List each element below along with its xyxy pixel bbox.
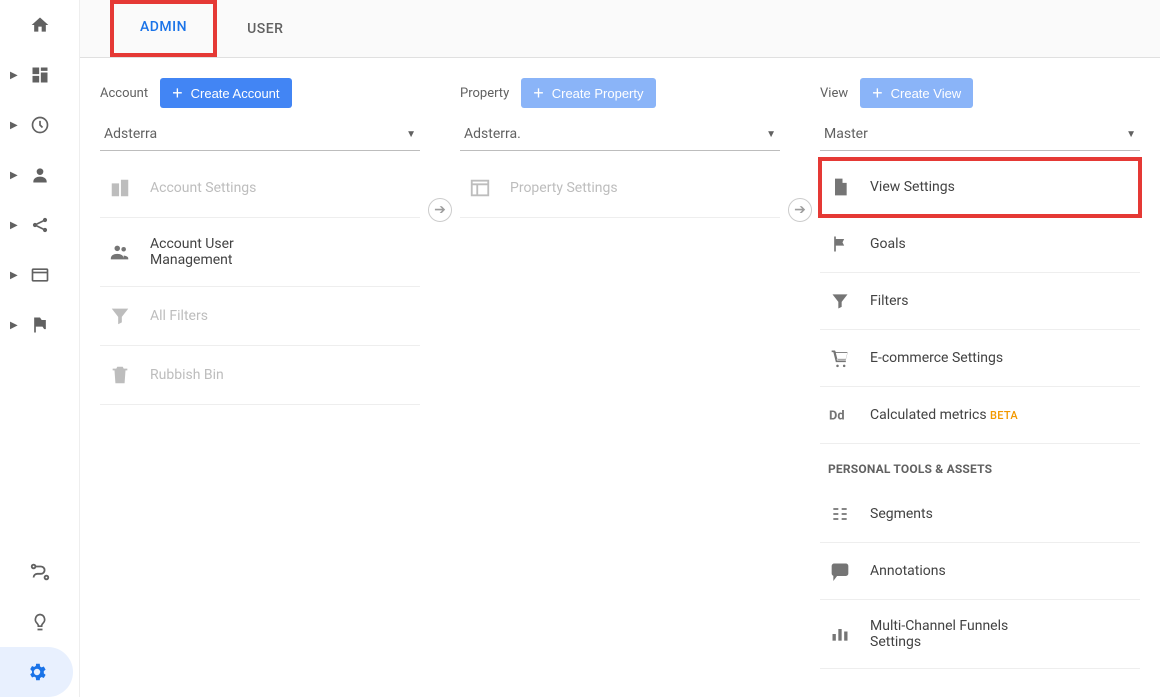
admin-tabs: ADMIN USER (80, 0, 1160, 58)
plus-icon: + (533, 84, 544, 102)
segments[interactable]: Segments (820, 486, 1140, 543)
view-settings[interactable]: View Settings (820, 159, 1140, 216)
path-icon (29, 561, 51, 583)
goals[interactable]: Goals (820, 216, 1140, 273)
tab-user[interactable]: USER (217, 0, 313, 57)
personal-tools-header: PERSONAL TOOLS & ASSETS (820, 444, 1140, 486)
layout-icon (468, 177, 492, 199)
view-selector[interactable]: Master ▼ (820, 118, 1140, 151)
person-icon (30, 165, 50, 185)
property-label: Property (460, 86, 509, 101)
chevron-right-icon: ▶ (10, 220, 18, 231)
account-column: Account + Create Account Adsterra ▼ Acco… (80, 78, 440, 669)
property-selector[interactable]: Adsterra. ▼ (460, 118, 780, 151)
property-settings[interactable]: Property Settings (460, 159, 780, 218)
multi-channel-funnels-settings[interactable]: Multi-Channel Funnels Settings (820, 600, 1140, 669)
create-view-button[interactable]: + Create View (860, 78, 973, 108)
funnel-icon (828, 291, 852, 311)
rubbish-bin[interactable]: Rubbish Bin (100, 346, 420, 405)
trash-icon (108, 364, 132, 386)
gear-icon (26, 661, 48, 683)
create-account-button[interactable]: + Create Account (160, 78, 291, 108)
home-icon (30, 15, 50, 35)
filters[interactable]: Filters (820, 273, 1140, 330)
nav-attribution[interactable] (0, 547, 79, 597)
funnel-icon (108, 305, 132, 327)
cart-icon (828, 348, 852, 368)
beta-badge: BETA (990, 409, 1018, 422)
dashboard-icon (30, 65, 50, 85)
left-sidebar: ▶ ▶ ▶ ▶ ▶ ▶ (0, 0, 80, 697)
ecommerce-settings[interactable]: E-commerce Settings (820, 330, 1140, 387)
account-settings[interactable]: Account Settings (100, 159, 420, 218)
browser-icon (30, 265, 50, 285)
caret-down-icon: ▼ (1126, 129, 1136, 140)
chevron-right-icon: ▶ (10, 270, 18, 281)
chat-icon (828, 561, 852, 581)
create-property-button[interactable]: + Create Property (521, 78, 655, 108)
nav-admin[interactable] (0, 647, 73, 697)
plus-icon: + (172, 84, 183, 102)
segments-icon (828, 504, 852, 524)
share-icon (30, 215, 50, 235)
nav-acquisition[interactable]: ▶ (0, 200, 79, 250)
chevron-right-icon: ▶ (10, 120, 18, 131)
nav-home[interactable] (0, 0, 79, 50)
nav-conversions[interactable]: ▶ (0, 300, 79, 350)
column-arrow-icon[interactable]: ➔ (428, 198, 452, 222)
caret-down-icon: ▼ (406, 129, 416, 140)
calculated-metrics[interactable]: Dd Calculated metrics BETA (820, 387, 1140, 444)
people-icon (108, 241, 132, 263)
account-user-management[interactable]: Account User Management (100, 218, 420, 287)
building-icon (108, 177, 132, 199)
flag-icon (30, 315, 50, 335)
chevron-right-icon: ▶ (10, 170, 18, 181)
view-column: ➔ View + Create View Master ▼ View Setti… (800, 78, 1160, 669)
clock-icon (30, 115, 50, 135)
svg-text:Dd: Dd (829, 409, 845, 424)
all-filters[interactable]: All Filters (100, 287, 420, 346)
nav-behavior[interactable]: ▶ (0, 250, 79, 300)
view-label: View (820, 86, 848, 101)
nav-audience[interactable]: ▶ (0, 150, 79, 200)
tab-admin[interactable]: ADMIN (110, 0, 217, 57)
dd-icon: Dd (828, 405, 852, 425)
caret-down-icon: ▼ (766, 129, 776, 140)
account-label: Account (100, 86, 148, 101)
bars-icon (828, 624, 852, 644)
file-icon (828, 177, 852, 197)
chevron-right-icon: ▶ (10, 320, 18, 331)
chevron-right-icon: ▶ (10, 70, 18, 81)
main-content: ADMIN USER Account + Create Account Adst… (80, 0, 1160, 697)
column-arrow-icon[interactable]: ➔ (788, 198, 812, 222)
annotations[interactable]: Annotations (820, 543, 1140, 600)
property-column: ➔ Property + Create Property Adsterra. ▼… (440, 78, 800, 669)
account-selector[interactable]: Adsterra ▼ (100, 118, 420, 151)
lightbulb-icon (30, 612, 50, 632)
nav-customization[interactable]: ▶ (0, 50, 79, 100)
nav-discover[interactable] (0, 597, 79, 647)
flag-icon (828, 234, 852, 254)
plus-icon: + (872, 84, 883, 102)
nav-realtime[interactable]: ▶ (0, 100, 79, 150)
